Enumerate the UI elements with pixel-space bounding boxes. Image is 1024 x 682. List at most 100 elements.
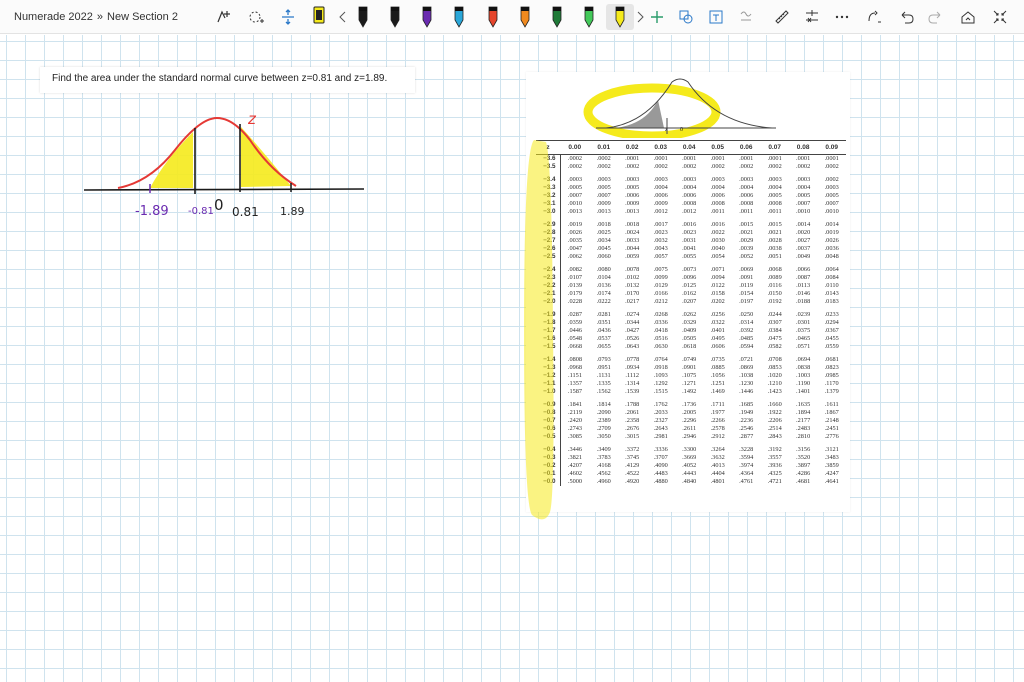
z-value-cell: −2.2 bbox=[536, 282, 561, 290]
inset-z-label: z bbox=[665, 127, 668, 133]
table-row: −0.2 .4207 .4168 .4129 .4090 .4052 .4013 .3974.… bbox=[536, 462, 846, 470]
column-header: 0.05 bbox=[703, 140, 732, 155]
probability-cell: .0031 bbox=[682, 237, 697, 244]
probability-cell: .0015 bbox=[767, 221, 782, 228]
label-1-89: 1.89 bbox=[280, 205, 305, 218]
fullscreen-icon[interactable] bbox=[990, 4, 1010, 30]
probability-cell: .0166 bbox=[653, 290, 668, 297]
probability-cell: .2236 bbox=[739, 417, 754, 424]
probability-cell: .0004 bbox=[653, 184, 668, 191]
table-row: −2.1 .0179 .0174 .0170 .0166 .0162 .0158 .0154.… bbox=[536, 290, 846, 298]
z-table-image[interactable]: z 0 z 0.00 0.01 0.02 0.03 0.04 0.05 0.06 0.07 0.0… bbox=[526, 72, 850, 512]
red-pen[interactable] bbox=[482, 4, 504, 30]
chevron-left-icon[interactable] bbox=[337, 4, 349, 30]
probability-cell: .3520 bbox=[796, 454, 811, 461]
probability-cell: .0011 bbox=[710, 208, 725, 215]
probability-cell: .2912 bbox=[710, 433, 725, 440]
dark-green-pen[interactable] bbox=[546, 4, 568, 30]
probability-cell: .0012 bbox=[682, 208, 697, 215]
probability-cell: .0150 bbox=[767, 290, 782, 297]
label-z: z bbox=[248, 110, 256, 128]
chevron-right-icon[interactable] bbox=[634, 4, 646, 30]
purple-pen[interactable] bbox=[416, 4, 438, 30]
probability-cell: .2743 bbox=[567, 425, 583, 432]
notebook-name[interactable]: Numerade 2022 bbox=[14, 11, 93, 23]
probability-cell: .0869 bbox=[739, 364, 754, 371]
probability-cell: .4483 bbox=[653, 470, 668, 477]
green-highlighter[interactable] bbox=[578, 4, 600, 30]
probability-cell: .0217 bbox=[625, 298, 640, 305]
more-icon[interactable] bbox=[832, 4, 852, 30]
z-value-cell: −3.6 bbox=[536, 154, 561, 163]
column-header: 0.07 bbox=[760, 140, 789, 155]
probability-cell: .1271 bbox=[682, 380, 697, 387]
probability-cell: .2033 bbox=[653, 409, 668, 416]
probability-cell: .0146 bbox=[796, 290, 811, 297]
probability-cell: .4681 bbox=[796, 478, 811, 485]
math-icon[interactable] bbox=[802, 4, 822, 30]
probability-cell: .0001 bbox=[767, 155, 782, 162]
probability-cell: .0004 bbox=[796, 184, 811, 191]
table-row: −0.8 .2119 .2090 .2061 .2033 .2005 .1977 .1949.… bbox=[536, 409, 846, 417]
probability-cell: .0188 bbox=[796, 298, 811, 305]
probability-cell: .2061 bbox=[625, 409, 640, 416]
lasso-select-icon[interactable] bbox=[214, 4, 234, 30]
insert-space-icon[interactable] bbox=[278, 4, 298, 30]
full-page-icon[interactable] bbox=[958, 4, 978, 30]
probability-cell: .0010 bbox=[824, 208, 839, 215]
probability-cell: .0013 bbox=[567, 208, 583, 215]
add-space-icon[interactable] bbox=[246, 4, 266, 30]
probability-cell: .1230 bbox=[739, 380, 754, 387]
z-value-cell: −1.6 bbox=[536, 335, 561, 343]
probability-cell: .2611 bbox=[682, 425, 697, 432]
probability-cell: .0314 bbox=[739, 319, 754, 326]
probability-cell: .0436 bbox=[596, 327, 611, 334]
z-value-cell: −2.9 bbox=[536, 216, 561, 229]
problem-statement[interactable]: Find the area under the standard normal … bbox=[40, 67, 415, 93]
probability-cell: .2483 bbox=[796, 425, 811, 432]
probability-cell: .0023 bbox=[682, 229, 697, 236]
probability-cell: .4168 bbox=[596, 462, 611, 469]
redo-icon[interactable] bbox=[926, 4, 946, 30]
section-name[interactable]: New Section 2 bbox=[107, 11, 178, 23]
probability-cell: .0001 bbox=[710, 155, 725, 162]
z-value-cell: −2.1 bbox=[536, 290, 561, 298]
orange-pen[interactable] bbox=[514, 4, 536, 30]
page-canvas[interactable] bbox=[0, 35, 1024, 682]
probability-cell: .0011 bbox=[767, 208, 782, 215]
probability-cell: .0002 bbox=[767, 163, 782, 170]
z-value-cell: −0.0 bbox=[536, 478, 561, 486]
probability-cell: .1075 bbox=[682, 372, 697, 379]
undo-icon[interactable] bbox=[896, 4, 916, 30]
ink-to-shape-icon[interactable] bbox=[676, 4, 696, 30]
probability-cell: .0060 bbox=[596, 253, 611, 260]
column-header: 0.01 bbox=[589, 140, 618, 155]
probability-cell: .4207 bbox=[567, 462, 583, 469]
z-value-cell: −2.8 bbox=[536, 229, 561, 237]
ink-to-math-icon[interactable] bbox=[736, 4, 756, 30]
probability-cell: .0020 bbox=[796, 229, 811, 236]
ruler-icon[interactable] bbox=[772, 4, 792, 30]
probability-cell: .0080 bbox=[596, 266, 611, 273]
ink-to-text-icon[interactable] bbox=[706, 4, 726, 30]
probability-cell: .0054 bbox=[710, 253, 725, 260]
blue-pen[interactable] bbox=[448, 4, 470, 30]
black-pen[interactable] bbox=[308, 4, 330, 30]
yellow-highlighter[interactable] bbox=[606, 4, 634, 30]
add-pen-icon[interactable] bbox=[648, 4, 666, 30]
probability-cell: .3264 bbox=[710, 446, 725, 453]
probability-cell: .3821 bbox=[567, 454, 583, 461]
probability-cell: .0002 bbox=[824, 163, 839, 170]
probability-cell: .0116 bbox=[767, 282, 782, 289]
table-row: −0.0 .5000 .4960 .4920 .4880 .4840 .4801 .4761.… bbox=[536, 478, 846, 486]
probability-cell: .0110 bbox=[824, 282, 839, 289]
replay-icon[interactable] bbox=[864, 4, 884, 30]
probability-cell: .0099 bbox=[653, 274, 668, 281]
table-row: −3.6 .0002 .0002 .0001 .0001 .0001 .0001 .0001.… bbox=[536, 154, 846, 163]
probability-cell: .0401 bbox=[710, 327, 725, 334]
probability-cell: .2514 bbox=[767, 425, 782, 432]
probability-cell: .4562 bbox=[596, 470, 611, 477]
probability-cell: .0307 bbox=[767, 319, 782, 326]
black-pen[interactable] bbox=[352, 4, 374, 30]
black-pen-2[interactable] bbox=[384, 4, 406, 30]
